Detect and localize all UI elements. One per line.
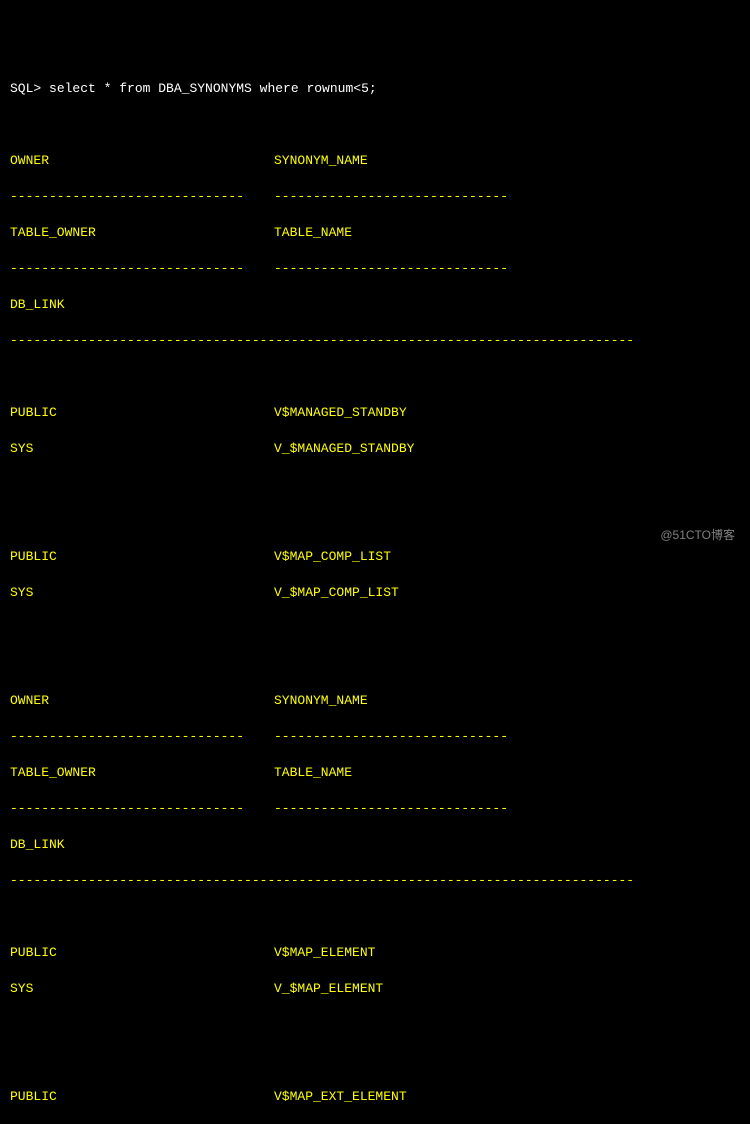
- blank-line: [10, 656, 740, 674]
- cell-synonym-name: V$MANAGED_STANDBY: [274, 404, 407, 422]
- divider-row-2: ----------------------------------------…: [10, 260, 740, 278]
- divider-row-1: ----------------------------------------…: [10, 728, 740, 746]
- column-header-table-owner: TABLE_OWNER: [10, 224, 274, 242]
- sql-command-line[interactable]: SQL> select * from DBA_SYNONYMS where ro…: [10, 80, 740, 98]
- cell-table-owner: SYS: [10, 584, 274, 602]
- column-header-table-name: TABLE_NAME: [274, 224, 352, 242]
- divider: ------------------------------: [10, 728, 274, 746]
- cell-synonym-name: V$MAP_EXT_ELEMENT: [274, 1088, 407, 1106]
- cell-table-name: V_$MAP_COMP_LIST: [274, 584, 399, 602]
- column-header-table-owner: TABLE_OWNER: [10, 764, 274, 782]
- blank-line: [10, 476, 740, 494]
- header-row-1: OWNERSYNONYM_NAME: [10, 692, 740, 710]
- divider-long: ----------------------------------------…: [10, 333, 634, 348]
- cell-synonym-name: V$MAP_ELEMENT: [274, 944, 375, 962]
- watermark-text: @51CTO博客: [660, 526, 735, 544]
- header-row-1: OWNERSYNONYM_NAME: [10, 152, 740, 170]
- blank-line: [10, 908, 740, 926]
- blank-line: [10, 1052, 740, 1070]
- divider: ------------------------------: [274, 728, 508, 746]
- header-row-3: DB_LINK: [10, 836, 740, 854]
- cell-owner: PUBLIC: [10, 404, 274, 422]
- divider: ------------------------------: [274, 260, 508, 278]
- column-header-owner: OWNER: [10, 692, 274, 710]
- divider-row-3: ----------------------------------------…: [10, 332, 740, 350]
- data-row: SYSV_$MAP_ELEMENT: [10, 980, 740, 998]
- cell-table-owner: SYS: [10, 440, 274, 458]
- data-row: PUBLICV$MAP_EXT_ELEMENT: [10, 1088, 740, 1106]
- data-row: SYSV_$MAP_COMP_LIST: [10, 584, 740, 602]
- column-header-db-link: DB_LINK: [10, 837, 65, 852]
- cell-owner: PUBLIC: [10, 944, 274, 962]
- column-header-table-name: TABLE_NAME: [274, 764, 352, 782]
- divider-row-1: ----------------------------------------…: [10, 188, 740, 206]
- column-header-synonym-name: SYNONYM_NAME: [274, 692, 368, 710]
- column-header-synonym-name: SYNONYM_NAME: [274, 152, 368, 170]
- blank-line: [10, 620, 740, 638]
- cell-synonym-name: V$MAP_COMP_LIST: [274, 548, 391, 566]
- divider-row-2: ----------------------------------------…: [10, 800, 740, 818]
- cell-owner: PUBLIC: [10, 1088, 274, 1106]
- divider: ------------------------------: [10, 260, 274, 278]
- divider: ------------------------------: [10, 188, 274, 206]
- data-row: PUBLICV$MAP_COMP_LIST: [10, 548, 740, 566]
- cell-table-name: V_$MAP_ELEMENT: [274, 980, 383, 998]
- blank-line: [10, 1016, 740, 1034]
- sql-prompt: SQL>: [10, 81, 49, 96]
- data-row: SYSV_$MANAGED_STANDBY: [10, 440, 740, 458]
- cell-table-owner: SYS: [10, 980, 274, 998]
- sql-query: select * from DBA_SYNONYMS where rownum<…: [49, 81, 377, 96]
- blank-line: [10, 512, 740, 530]
- blank-line: [10, 116, 740, 134]
- divider: ------------------------------: [10, 800, 274, 818]
- header-row-2: TABLE_OWNERTABLE_NAME: [10, 764, 740, 782]
- divider: ------------------------------: [274, 800, 508, 818]
- data-row: PUBLICV$MAP_ELEMENT: [10, 944, 740, 962]
- column-header-owner: OWNER: [10, 152, 274, 170]
- cell-owner: PUBLIC: [10, 548, 274, 566]
- header-row-2: TABLE_OWNERTABLE_NAME: [10, 224, 740, 242]
- divider-long: ----------------------------------------…: [10, 873, 634, 888]
- data-row: PUBLICV$MANAGED_STANDBY: [10, 404, 740, 422]
- header-row-3: DB_LINK: [10, 296, 740, 314]
- column-header-db-link: DB_LINK: [10, 297, 65, 312]
- cell-table-name: V_$MANAGED_STANDBY: [274, 440, 414, 458]
- divider: ------------------------------: [274, 188, 508, 206]
- blank-line: [10, 368, 740, 386]
- divider-row-3: ----------------------------------------…: [10, 872, 740, 890]
